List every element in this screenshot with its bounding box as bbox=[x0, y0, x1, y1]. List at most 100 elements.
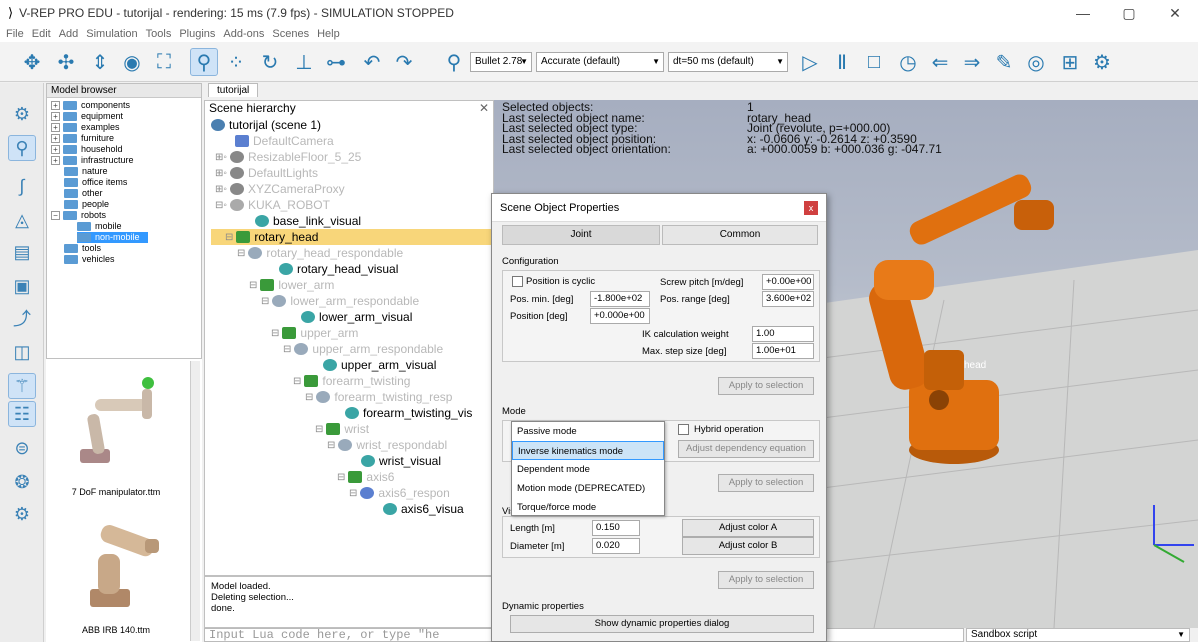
tree-node[interactable]: ⊞◦ DefaultLights bbox=[215, 165, 318, 181]
apply-mode-button[interactable]: Apply to selection bbox=[718, 474, 814, 492]
mode-option-selected[interactable]: Inverse kinematics mode bbox=[512, 441, 664, 460]
shape-edit-icon[interactable]: ◬ bbox=[8, 207, 36, 233]
tree-node-scene[interactable]: tutorijal (scene 1) bbox=[211, 117, 321, 133]
tree-node[interactable]: axis6_visua bbox=[383, 501, 464, 517]
mode-option[interactable]: Torque/force mode bbox=[512, 498, 664, 517]
menu-simulation[interactable]: Simulation bbox=[86, 28, 137, 40]
simulation-settings-icon[interactable]: ⚙ bbox=[8, 101, 36, 127]
pos-min-field[interactable]: -1.800e+02 bbox=[590, 291, 650, 307]
tab-joint[interactable]: Joint bbox=[502, 225, 660, 245]
scene-selector-icon[interactable]: ⚙ bbox=[1088, 48, 1116, 76]
folder-item[interactable]: tools bbox=[64, 243, 101, 254]
tree-node[interactable]: ⊟ rotary_head_respondable bbox=[237, 245, 403, 261]
visualization-icon[interactable]: ◎ bbox=[1022, 48, 1050, 76]
menu-add[interactable]: Add bbox=[59, 28, 79, 40]
tree-node[interactable]: ⊟ lower_arm bbox=[249, 277, 334, 293]
hybrid-checkbox[interactable] bbox=[678, 424, 689, 435]
tree-node[interactable]: ⊟ upper_arm_respondable bbox=[283, 341, 443, 357]
folder-item[interactable]: + equipment bbox=[51, 111, 123, 122]
path-icon[interactable]: ⤴ bbox=[8, 305, 36, 331]
engine-select[interactable]: Bullet 2.78 ▼ bbox=[470, 52, 532, 72]
threaded-rendering-icon[interactable]: ✎ bbox=[990, 48, 1018, 76]
tree-node[interactable]: base_link_visual bbox=[255, 213, 361, 229]
folder-item[interactable]: + household bbox=[51, 144, 123, 155]
tab-scene[interactable]: tutorijal bbox=[208, 83, 259, 97]
menu-help[interactable]: Help bbox=[317, 28, 340, 40]
length-field[interactable]: 0.150 bbox=[592, 520, 640, 536]
folder-item[interactable]: mobile bbox=[77, 221, 122, 232]
position-field[interactable]: +0.000e+00 bbox=[590, 308, 650, 324]
sphere-icon[interactable]: ❂ bbox=[8, 469, 36, 495]
show-dynamic-properties-button[interactable]: Show dynamic properties dialog bbox=[510, 615, 814, 633]
script-icon[interactable]: ∫ bbox=[8, 173, 36, 199]
tree-node[interactable]: upper_arm_visual bbox=[323, 357, 436, 373]
tree-node[interactable]: ⊟ axis6 bbox=[337, 469, 394, 485]
tree-node-selected[interactable]: ⊟ rotary_head bbox=[211, 229, 493, 245]
folder-item[interactable]: office items bbox=[64, 177, 127, 188]
tree-node[interactable]: forearm_twisting_vis bbox=[345, 405, 472, 421]
tree-node[interactable]: rotary_head_visual bbox=[279, 261, 398, 277]
close-button[interactable]: ✕ bbox=[1152, 0, 1198, 26]
menu-addons[interactable]: Add-ons bbox=[223, 28, 264, 40]
close-icon[interactable]: ✕ bbox=[479, 101, 489, 115]
tree-node[interactable]: ⊟ wrist bbox=[315, 421, 369, 437]
folder-item[interactable]: − robots bbox=[51, 210, 106, 221]
collections-icon[interactable]: ▤ bbox=[8, 239, 36, 265]
mode-option[interactable]: Motion mode (DEPRECATED) bbox=[512, 479, 664, 498]
tree-node[interactable]: ⊞◦ XYZCameraProxy bbox=[215, 181, 345, 197]
slower-icon[interactable]: ⇐ bbox=[926, 48, 954, 76]
mode-option[interactable]: Passive mode bbox=[512, 422, 664, 441]
diameter-field[interactable]: 0.020 bbox=[592, 538, 640, 554]
abb-thumbnail[interactable] bbox=[60, 509, 170, 619]
pause-icon[interactable]: Ⅱ bbox=[828, 48, 856, 76]
transfer-dna-icon[interactable]: ⊶ bbox=[322, 48, 350, 76]
fit-view-icon[interactable]: ⛶ bbox=[150, 48, 178, 76]
scene-hierarchy-icon[interactable]: ☷ bbox=[8, 401, 36, 427]
folder-item[interactable]: + examples bbox=[51, 122, 120, 133]
tree-node[interactable]: ⊟ upper_arm bbox=[271, 325, 358, 341]
tree-node[interactable]: ⊟◦ KUKA_ROBOT bbox=[215, 197, 330, 213]
folder-item[interactable]: other bbox=[64, 188, 103, 199]
model-browser-icon[interactable]: ⚚ bbox=[8, 373, 36, 399]
cyclic-checkbox[interactable] bbox=[512, 276, 523, 287]
folder-item[interactable]: nature bbox=[64, 166, 108, 177]
tools-icon[interactable]: ⚙ bbox=[8, 501, 36, 527]
layers-icon[interactable]: ◫ bbox=[8, 339, 36, 365]
script-selector[interactable]: Sandbox script ▼ bbox=[966, 628, 1190, 642]
layer-icon[interactable]: ⊜ bbox=[8, 435, 36, 461]
pos-range-field[interactable]: 3.600e+02 bbox=[762, 291, 814, 307]
tree-node[interactable]: ⊟ forearm_twisting bbox=[293, 373, 410, 389]
shift-camera-icon[interactable]: ⇕ bbox=[86, 48, 114, 76]
menu-tools[interactable]: Tools bbox=[146, 28, 172, 40]
accuracy-select[interactable]: Accurate (default) ▼ bbox=[536, 52, 664, 72]
folder-item[interactable]: people bbox=[64, 199, 109, 210]
stop-icon[interactable]: □ bbox=[860, 48, 888, 76]
tree-node[interactable]: lower_arm_visual bbox=[301, 309, 412, 325]
ik-weight-field[interactable]: 1.00 bbox=[752, 326, 814, 342]
max-step-field[interactable]: 1.00e+01 bbox=[752, 343, 814, 359]
tree-node[interactable]: ⊟ forearm_twisting_resp bbox=[305, 389, 452, 405]
mode-option[interactable]: Dependent mode bbox=[512, 460, 664, 479]
apply-visual-button[interactable]: Apply to selection bbox=[718, 571, 814, 589]
undo-icon[interactable]: ↶ bbox=[358, 48, 386, 76]
folder-item-selected[interactable]: non-mobile bbox=[77, 232, 148, 243]
adjust-dependency-button[interactable]: Adjust dependency equation bbox=[678, 440, 814, 458]
apply-config-button[interactable]: Apply to selection bbox=[718, 377, 814, 395]
folder-item[interactable]: + components bbox=[51, 100, 130, 111]
select-object-icon[interactable]: ⚲ bbox=[190, 48, 218, 76]
tree-node[interactable]: ⊞◦ ResizableFloor_5_25 bbox=[215, 149, 361, 165]
tree-node[interactable]: ⊟ lower_arm_respondable bbox=[261, 293, 419, 309]
object-rotate-icon[interactable]: ↻ bbox=[256, 48, 284, 76]
faster-icon[interactable]: ⇒ bbox=[958, 48, 986, 76]
tree-node[interactable]: wrist_visual bbox=[361, 453, 441, 469]
menu-file[interactable]: File bbox=[6, 28, 24, 40]
pan-icon[interactable]: ✥ bbox=[18, 48, 46, 76]
screw-pitch-field[interactable]: +0.00e+00 bbox=[762, 274, 814, 290]
redo-icon[interactable]: ↷ bbox=[390, 48, 418, 76]
minimize-button[interactable]: — bbox=[1060, 0, 1106, 26]
object-shift-icon[interactable]: ⁘ bbox=[222, 48, 250, 76]
folder-item[interactable]: vehicles bbox=[64, 254, 115, 265]
folder-item[interactable]: + furniture bbox=[51, 133, 114, 144]
realtime-icon[interactable]: ◷ bbox=[894, 48, 922, 76]
folder-item[interactable]: + infrastructure bbox=[51, 155, 134, 166]
